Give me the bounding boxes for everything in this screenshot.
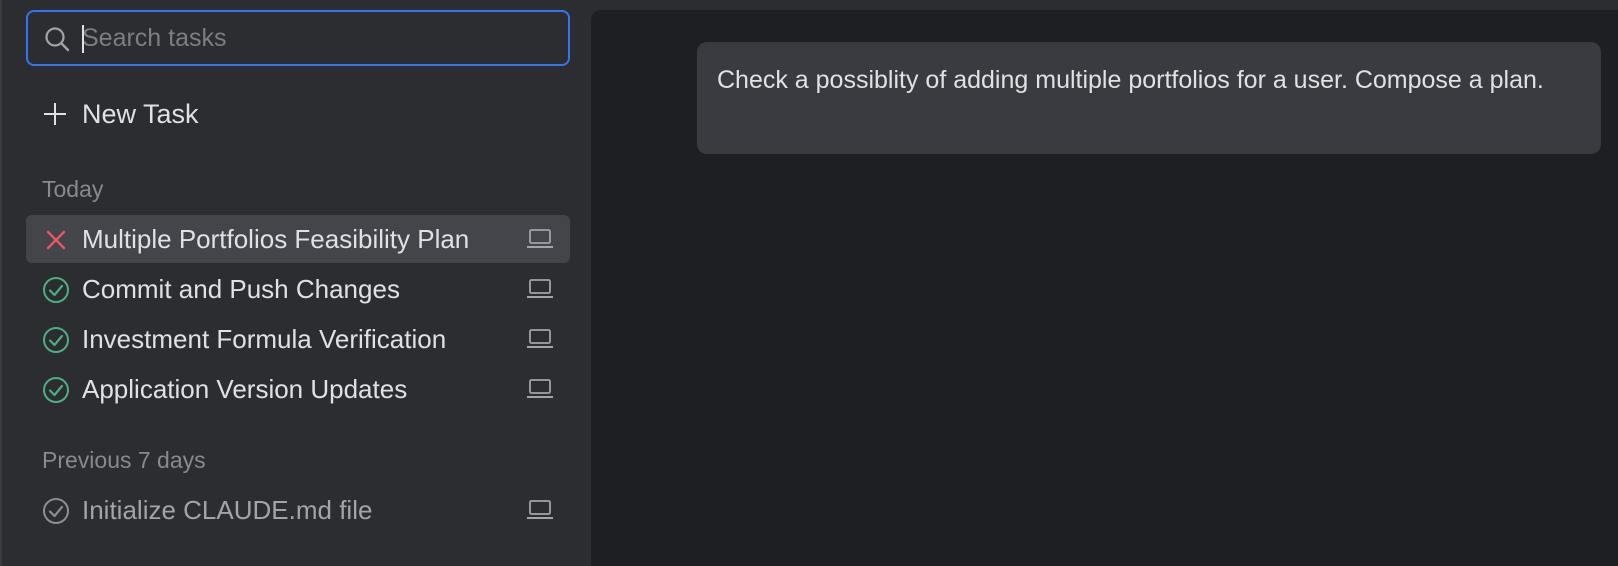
task-label: Investment Formula Verification bbox=[82, 324, 447, 354]
new-task-button[interactable]: New Task bbox=[42, 94, 199, 134]
x-icon bbox=[46, 230, 66, 250]
check-circle-icon bbox=[43, 498, 69, 524]
chat-panel: Check a possiblity of adding multiple po… bbox=[591, 10, 1618, 566]
text-caret bbox=[82, 25, 84, 53]
new-task-label: New Task bbox=[82, 98, 199, 129]
laptop-icon bbox=[527, 329, 553, 348]
check-circle-icon bbox=[43, 377, 69, 403]
task-label: Commit and Push Changes bbox=[82, 274, 400, 304]
task-row[interactable]: Initialize CLAUDE.md file bbox=[26, 486, 570, 534]
laptop-icon bbox=[527, 279, 553, 298]
search-icon bbox=[45, 27, 70, 52]
task-row[interactable]: Application Version Updates bbox=[26, 365, 570, 413]
check-circle-icon bbox=[43, 277, 69, 303]
search-input[interactable] bbox=[82, 20, 552, 56]
task-label: Multiple Portfolios Feasibility Plan bbox=[82, 224, 470, 254]
app-window: New Task Today Multiple Portfolios Feasi… bbox=[0, 0, 1618, 566]
search-box[interactable] bbox=[26, 10, 570, 66]
task-sidebar: New Task Today Multiple Portfolios Feasi… bbox=[0, 0, 591, 566]
user-message: Check a possiblity of adding multiple po… bbox=[697, 42, 1601, 154]
section-title-today: Today bbox=[42, 176, 104, 202]
laptop-icon bbox=[527, 229, 553, 248]
task-label: Application Version Updates bbox=[82, 374, 408, 404]
task-label: Initialize CLAUDE.md file bbox=[82, 495, 373, 525]
task-row[interactable]: Commit and Push Changes bbox=[26, 265, 570, 313]
laptop-icon bbox=[527, 500, 553, 519]
laptop-icon bbox=[527, 379, 553, 398]
check-circle-icon bbox=[43, 327, 69, 353]
task-row[interactable]: Multiple Portfolios Feasibility Plan bbox=[26, 215, 570, 263]
plus-icon bbox=[44, 103, 66, 125]
task-row[interactable]: Investment Formula Verification bbox=[26, 315, 570, 363]
section-title-previous-7-days: Previous 7 days bbox=[42, 447, 206, 473]
